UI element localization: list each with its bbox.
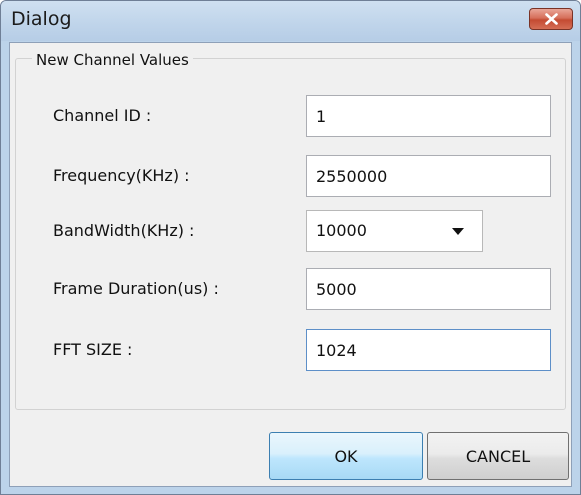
fft-size-input[interactable] xyxy=(306,329,551,371)
window-title: Dialog xyxy=(11,8,72,30)
frequency-input[interactable] xyxy=(306,155,551,197)
close-icon xyxy=(545,13,558,25)
close-button[interactable] xyxy=(529,8,573,30)
bandwidth-label: BandWidth(KHz) : xyxy=(53,221,195,240)
channel-id-input[interactable] xyxy=(306,95,551,137)
cancel-button[interactable]: CANCEL xyxy=(427,432,569,480)
channel-id-label: Channel ID : xyxy=(53,106,152,125)
title-bar[interactable]: Dialog xyxy=(1,1,580,41)
bandwidth-selected-value: 10000 xyxy=(316,221,367,240)
ok-button[interactable]: OK xyxy=(269,432,423,480)
dialog-body: New Channel Values Channel ID : Frequenc… xyxy=(9,42,572,487)
frame-duration-input[interactable] xyxy=(306,268,551,310)
bandwidth-select[interactable]: 10000 xyxy=(306,210,483,252)
frequency-label: Frequency(KHz) : xyxy=(53,166,190,185)
frame-duration-label: Frame Duration(us) : xyxy=(53,279,219,298)
chevron-down-icon xyxy=(452,228,464,235)
dialog-window: Dialog New Channel Values Channel ID : F… xyxy=(0,0,581,495)
group-title: New Channel Values xyxy=(32,51,193,69)
fft-size-label: FFT SIZE : xyxy=(53,340,133,359)
